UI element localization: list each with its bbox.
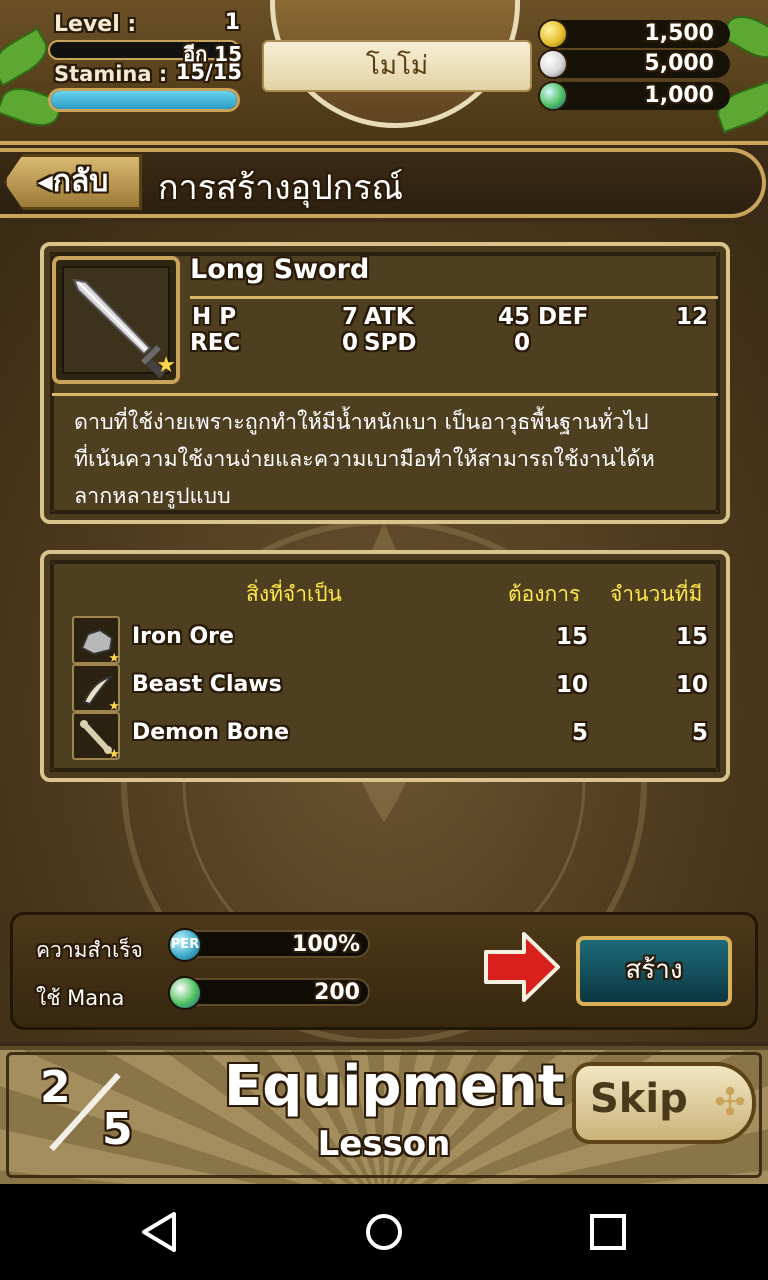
stat-spd-label: SPD [364, 330, 417, 356]
stat-hp-value: 7 [341, 304, 358, 330]
item-name: Long Sword [190, 254, 370, 285]
silver-coin-icon [538, 49, 568, 79]
create-button[interactable]: สร้าง [576, 936, 732, 1006]
ornament-icon: ✣ [714, 1080, 746, 1124]
home-circle-icon[interactable] [358, 1206, 410, 1258]
material-required: 10 [555, 672, 588, 698]
currency-orb[interactable]: 1,000 [538, 81, 730, 111]
materials-header-required: ต้องการ [508, 582, 581, 606]
lesson-subtitle: Lesson [317, 1124, 451, 1164]
player-name-banner[interactable]: โมโม่ [262, 40, 532, 92]
currency-orb-value: 1,000 [644, 83, 714, 108]
mana-orb-icon [168, 976, 202, 1010]
currency-silver[interactable]: 5,000 [538, 49, 730, 79]
stamina-bar-fill [51, 91, 237, 109]
arrow-right-icon [484, 932, 560, 1002]
material-required: 5 [571, 720, 588, 746]
materials-header-name: สิ่งที่จำเป็น [246, 582, 342, 606]
back-button[interactable]: ◂กลับ [4, 154, 142, 210]
material-owned: 5 [691, 720, 708, 746]
level-value: 1 [224, 10, 240, 35]
success-rate-label: ความสำเร็จ [36, 938, 143, 962]
rarity-star-icon: ★ [108, 747, 120, 762]
skip-button[interactable]: Skip ✣ [572, 1062, 756, 1144]
divider [52, 393, 718, 396]
stat-def-label: DEF [538, 304, 589, 330]
item-description-line: ลากหลายรูปแบบ [74, 484, 231, 509]
divider [190, 296, 718, 299]
beast-claw-icon[interactable]: ★ [72, 664, 120, 714]
mana-cost-value: 200 [314, 980, 360, 1005]
stamina-bar [48, 88, 240, 112]
lesson-step-total: 5 [102, 1104, 133, 1155]
stamina-label: Stamina : [54, 62, 168, 86]
gold-coin-icon [538, 19, 568, 49]
material-owned: 15 [675, 624, 708, 650]
material-owned: 10 [675, 672, 708, 698]
back-triangle-icon[interactable] [134, 1206, 186, 1258]
material-name: Beast Claws [132, 672, 282, 697]
level-label: Level : [54, 12, 137, 37]
success-rate-bar: PER 100% [168, 928, 370, 962]
top-hud: Level : 1 อีก 15 Stamina : 15/15 โมโม่ 1… [0, 0, 768, 145]
stamina-value: 15/15 [175, 60, 242, 84]
iron-ore-icon[interactable]: ★ [72, 616, 120, 666]
page-title: การสร้างอุปกรณ์ [158, 168, 404, 208]
mana-cost-label: ใช้ Mana [36, 986, 125, 1010]
stat-def-value: 12 [675, 304, 708, 330]
stat-rec-value: 0 [341, 330, 358, 356]
green-orb-icon [538, 81, 568, 111]
stat-rec-label: REC [190, 330, 241, 356]
material-required: 15 [555, 624, 588, 650]
currency-gold[interactable]: 1,500 [538, 19, 730, 49]
per-icon: PER [168, 928, 202, 962]
item-description: ดาบที่ใช้ง่ายเพราะถูกทำให้มีน้ำหนักเบา เ… [74, 404, 714, 515]
rarity-star-icon: ★ [156, 353, 176, 378]
stat-hp-label: H P [192, 304, 237, 330]
demon-bone-icon[interactable]: ★ [72, 712, 120, 762]
recents-square-icon[interactable] [582, 1206, 634, 1258]
lesson-step-current: 2 [40, 1062, 71, 1113]
currency-silver-value: 5,000 [644, 51, 714, 76]
item-image-frame[interactable]: ★ [52, 256, 180, 384]
currency-gold-value: 1,500 [644, 21, 714, 46]
mana-cost-bar: 200 [168, 976, 370, 1010]
stat-spd-value: 0 [513, 330, 530, 356]
success-rate-value: 100% [292, 932, 360, 957]
lesson-title: Equipment [224, 1054, 565, 1119]
leaf-decoration [0, 27, 55, 87]
material-name: Iron Ore [132, 624, 234, 649]
stat-atk-label: ATK [364, 304, 414, 330]
item-description-line: ดาบที่ใช้ง่ายเพราะถูกทำให้มีน้ำหนักเบา เ… [74, 410, 649, 435]
materials-header-owned: จำนวนที่มี [610, 582, 703, 606]
stat-atk-value: 45 [497, 304, 530, 330]
skip-label: Skip [590, 1076, 688, 1122]
item-description-line: ที่เน้นความใช้งานง่ายและความเบามือทำให้ส… [74, 447, 655, 472]
material-name: Demon Bone [132, 720, 290, 745]
